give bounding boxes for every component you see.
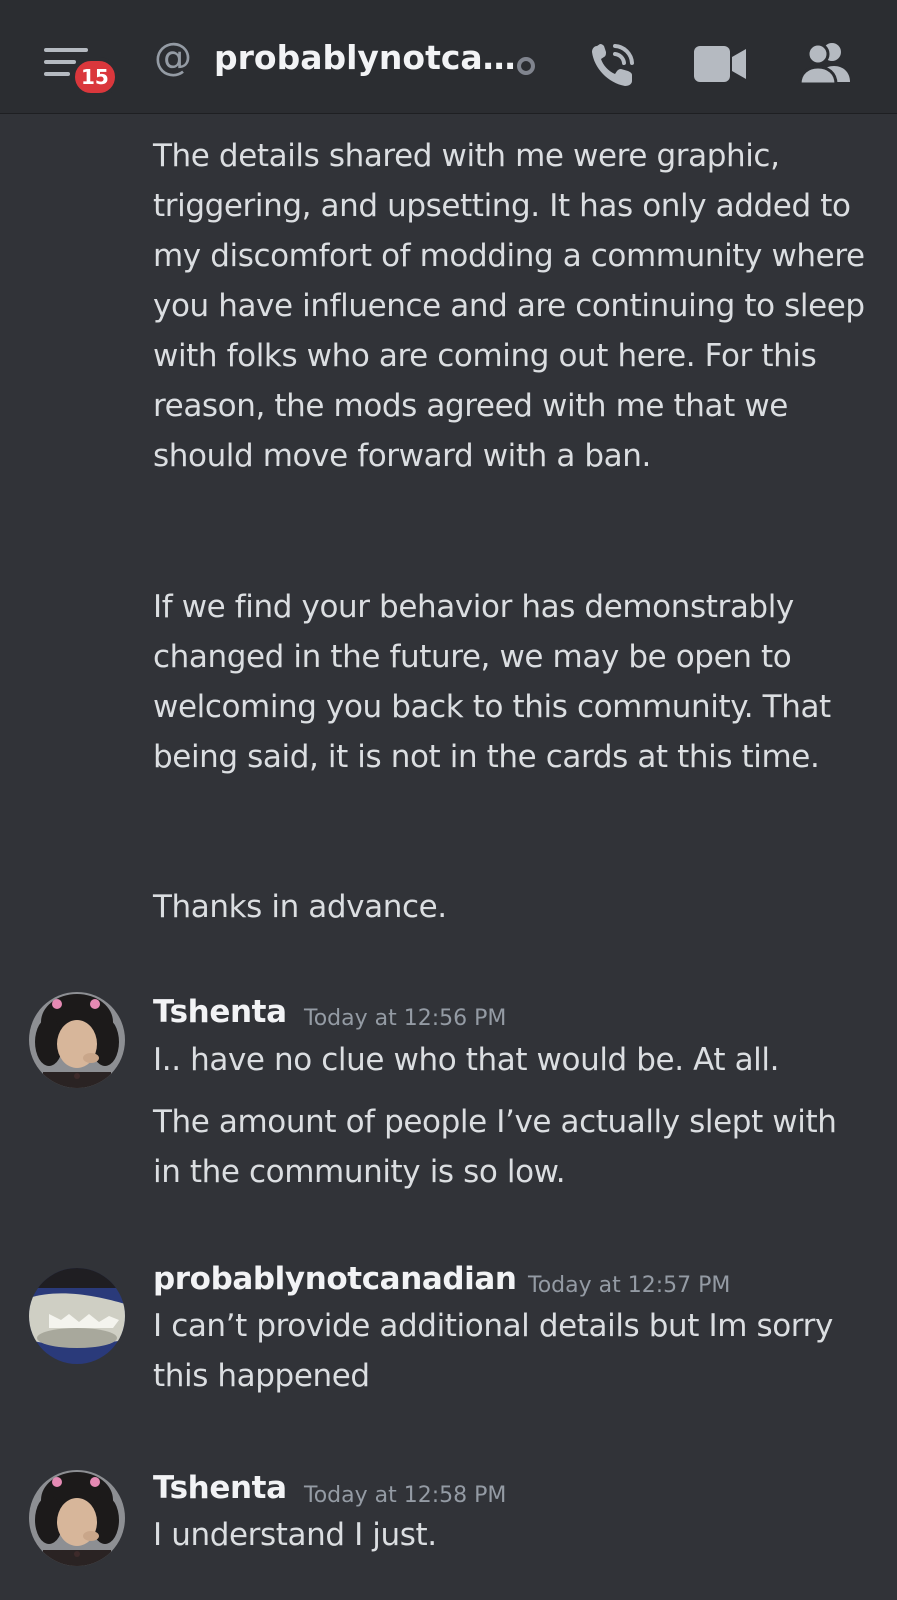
menu-icon-line bbox=[44, 72, 70, 76]
voice-call-icon[interactable] bbox=[588, 40, 638, 90]
menu-icon-line bbox=[44, 60, 76, 64]
message-text: I can’t provide additional details but I… bbox=[153, 1308, 833, 1394]
channel-header: 15 @ probablynotca… bbox=[0, 0, 897, 114]
video-call-icon[interactable] bbox=[694, 44, 746, 84]
message-text: If we find your behavior has demonstrabl… bbox=[153, 589, 831, 775]
user-avatar-image bbox=[29, 1268, 125, 1364]
message-author[interactable]: Tshenta bbox=[153, 994, 287, 1030]
message-text: I understand I just. bbox=[153, 1517, 437, 1553]
menu-button[interactable]: 15 bbox=[42, 44, 122, 97]
user-avatar-image bbox=[29, 1470, 125, 1566]
message-author[interactable]: Tshenta bbox=[153, 1470, 287, 1506]
message-text: The details shared with me were graphic,… bbox=[153, 138, 865, 474]
member-list-icon[interactable] bbox=[798, 40, 852, 86]
avatar[interactable] bbox=[29, 1470, 125, 1566]
user-avatar-image bbox=[29, 992, 125, 1088]
offline-status-icon bbox=[517, 57, 535, 75]
message-text: I.. have no clue who that would be. At a… bbox=[153, 1042, 780, 1078]
message-timestamp: Today at 12:58 PM bbox=[304, 1483, 507, 1508]
message-text: Thanks in advance. bbox=[153, 889, 447, 925]
avatar[interactable] bbox=[29, 1268, 125, 1364]
channel-title[interactable]: probablynotca… bbox=[214, 39, 516, 76]
notification-badge: 15 bbox=[71, 57, 119, 97]
avatar[interactable] bbox=[29, 992, 125, 1088]
message-timestamp: Today at 12:57 PM bbox=[528, 1273, 731, 1298]
message-list[interactable]: The details shared with me were graphic,… bbox=[0, 114, 897, 1600]
message-text: The amount of people I’ve actually slept… bbox=[153, 1104, 837, 1190]
message-timestamp: Today at 12:56 PM bbox=[304, 1006, 507, 1031]
message-author[interactable]: probablynotcanadian bbox=[153, 1261, 517, 1297]
at-icon: @ bbox=[154, 35, 192, 79]
menu-icon bbox=[44, 48, 88, 52]
